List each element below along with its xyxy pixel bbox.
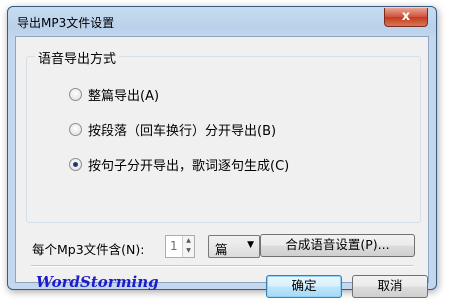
spinner-arrows[interactable]: ▲ ▼ <box>182 236 194 257</box>
close-icon: x <box>401 9 411 24</box>
export-mode-group: 语音导出方式 整篇导出(A) 按段落（回车换行）分开导出(B) 按句子分开导出，… <box>26 48 421 223</box>
chevron-down-icon: ▼ <box>247 240 254 250</box>
group-legend: 语音导出方式 <box>35 48 120 67</box>
ok-button[interactable]: 确定 <box>266 275 342 298</box>
title-bar[interactable]: 导出MP3文件设置 x <box>8 7 436 35</box>
radio-option-whole[interactable]: 整篇导出(A) <box>69 85 159 104</box>
radio-option-paragraph[interactable]: 按段落（回车换行）分开导出(B) <box>69 120 276 139</box>
radio-option-sentence[interactable]: 按句子分开导出，歌词逐句生成(C) <box>69 155 289 174</box>
spin-down-icon[interactable]: ▼ <box>183 246 194 256</box>
radio-label-paragraph: 按段落（回车换行）分开导出(B) <box>88 124 277 139</box>
synth-settings-button[interactable]: 合成语音设置(P)... <box>260 234 415 257</box>
close-button[interactable]: x <box>384 8 428 27</box>
radio-button-selected-icon[interactable] <box>69 158 82 171</box>
count-spinner[interactable]: 1 ▲ ▼ <box>165 235 195 258</box>
unit-dropdown[interactable]: 篇 ▼ <box>208 235 260 258</box>
spin-up-icon[interactable]: ▲ <box>183 236 194 246</box>
files-count-label: 每个Mp3文件含(N): <box>32 242 145 257</box>
dialog-content: 语音导出方式 整篇导出(A) 按段落（回车换行）分开导出(B) 按句子分开导出，… <box>15 36 429 298</box>
separator-line <box>31 265 413 267</box>
dialog-window: 导出MP3文件设置 x 语音导出方式 整篇导出(A) 按段落（回车换行）分开导出… <box>7 6 437 298</box>
radio-button-icon[interactable] <box>69 123 82 136</box>
radio-button-icon[interactable] <box>69 88 82 101</box>
brand-label: WordStorming <box>36 273 159 291</box>
radio-label-whole: 整篇导出(A) <box>88 89 160 104</box>
count-value: 1 <box>170 239 178 253</box>
window-title: 导出MP3文件设置 <box>17 16 115 30</box>
cancel-button[interactable]: 取消 <box>352 275 428 298</box>
unit-value: 篇 <box>215 242 228 257</box>
radio-label-sentence: 按句子分开导出，歌词逐句生成(C) <box>88 159 290 174</box>
